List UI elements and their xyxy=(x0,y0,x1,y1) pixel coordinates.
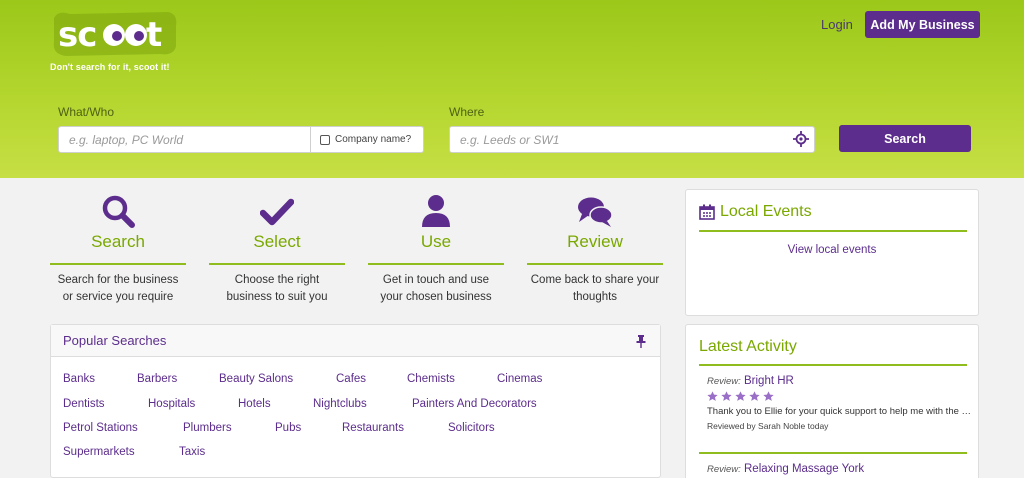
popular-link-petrol-stations[interactable]: Petrol Stations xyxy=(63,422,138,434)
add-my-business-button[interactable]: Add My Business xyxy=(865,11,980,38)
login-link[interactable]: Login xyxy=(821,17,853,32)
step-desc-line1: Search for the business xyxy=(57,274,179,286)
popular-searches-panel: Popular Searches Banks Barbers Beauty Sa… xyxy=(50,324,661,478)
view-local-events-link[interactable]: View local events xyxy=(686,244,978,256)
popular-link-painters-and-decorators[interactable]: Painters And Decorators xyxy=(412,398,537,410)
what-who-label: What/Who xyxy=(58,105,115,119)
company-name-checkbox[interactable]: Company name? xyxy=(310,126,424,153)
step-desc-line2: your chosen business xyxy=(380,291,492,303)
step-desc-line1: Choose the right xyxy=(234,274,320,286)
what-who-input[interactable] xyxy=(58,126,310,153)
step-title: Use xyxy=(368,232,504,265)
step-select: Select Choose the right business to suit… xyxy=(209,190,345,306)
step-use: Use Get in touch and use your chosen bus… xyxy=(368,190,504,306)
latest-activity-panel: Latest Activity Review: Bright HR Thank … xyxy=(685,324,979,478)
star-icon xyxy=(735,391,746,401)
step-desc-line2: thoughts xyxy=(572,291,618,303)
popular-link-supermarkets[interactable]: Supermarkets xyxy=(63,446,135,458)
popular-searches-title: Popular Searches xyxy=(63,333,167,348)
search-button[interactable]: Search xyxy=(839,125,971,152)
divider xyxy=(699,364,967,366)
popular-link-barbers[interactable]: Barbers xyxy=(137,373,177,385)
popular-link-taxis[interactable]: Taxis xyxy=(179,446,205,458)
checkbox-box[interactable] xyxy=(320,134,330,145)
popular-link-beauty-salons[interactable]: Beauty Salons xyxy=(219,373,293,385)
divider xyxy=(699,452,967,454)
local-events-title: Local Events xyxy=(720,203,812,220)
star-icon xyxy=(763,391,774,401)
calendar-icon xyxy=(699,204,715,220)
popular-link-restaurants[interactable]: Restaurants xyxy=(342,422,404,434)
popular-link-plumbers[interactable]: Plumbers xyxy=(183,422,232,434)
step-search: Search Search for the business or servic… xyxy=(50,190,186,306)
activity-business-link[interactable]: Bright HR xyxy=(744,375,794,387)
step-title: Review xyxy=(527,232,663,265)
search-icon xyxy=(102,195,135,228)
check-icon xyxy=(260,198,294,226)
review-text: Thank you to Ellie for your quick suppor… xyxy=(707,406,972,417)
company-name-label: Company name? xyxy=(335,134,412,145)
star-icon xyxy=(749,391,760,401)
crosshair-locate-icon[interactable] xyxy=(793,131,809,147)
popular-link-cinemas[interactable]: Cinemas xyxy=(497,373,542,385)
popular-link-dentists[interactable]: Dentists xyxy=(63,398,105,410)
where-input[interactable] xyxy=(449,126,815,153)
user-icon xyxy=(422,195,450,227)
popular-link-hospitals[interactable]: Hospitals xyxy=(148,398,195,410)
where-label: Where xyxy=(449,105,485,119)
pin-icon[interactable] xyxy=(636,335,646,348)
step-title: Search xyxy=(50,232,186,265)
step-title: Select xyxy=(209,232,345,265)
step-desc-line1: Come back to share your xyxy=(530,274,660,286)
step-review: Review Come back to share your thoughts xyxy=(527,190,663,306)
popular-link-banks[interactable]: Banks xyxy=(63,373,95,385)
popular-link-nightclubs[interactable]: Nightclubs xyxy=(313,398,367,410)
chat-bubbles-icon xyxy=(578,197,613,227)
popular-searches-header: Popular Searches xyxy=(51,325,660,357)
divider xyxy=(699,230,967,232)
svg-text:t: t xyxy=(146,15,162,55)
step-desc-line2: or service you require xyxy=(62,291,174,303)
header-banner: sc t Don't search for it, scoot it! Logi… xyxy=(0,0,1024,178)
popular-link-hotels[interactable]: Hotels xyxy=(238,398,271,410)
review-prefix: Review: xyxy=(707,464,741,475)
svg-text:sc: sc xyxy=(58,15,96,55)
review-prefix: Review: xyxy=(707,376,741,387)
latest-activity-title: Latest Activity xyxy=(699,338,797,355)
step-desc-line2: business to suit you xyxy=(226,291,328,303)
reviewer-line: Reviewed by Sarah Noble today xyxy=(707,421,829,431)
popular-link-pubs[interactable]: Pubs xyxy=(275,422,301,434)
activity-item: Review: Bright HR Thank you to Ellie for… xyxy=(707,375,972,431)
star-rating xyxy=(707,391,972,402)
popular-link-cafes[interactable]: Cafes xyxy=(336,373,366,385)
step-desc-line1: Get in touch and use xyxy=(382,274,490,286)
tagline: Don't search for it, scoot it! xyxy=(50,62,170,72)
popular-link-solicitors[interactable]: Solicitors xyxy=(448,422,495,434)
scoot-logo[interactable]: sc t xyxy=(50,8,180,58)
activity-business-link[interactable]: Relaxing Massage York xyxy=(744,463,864,475)
activity-item: Review: Relaxing Massage York xyxy=(707,463,972,475)
star-icon xyxy=(721,391,732,401)
star-icon xyxy=(707,391,718,401)
local-events-panel: Local Events View local events xyxy=(685,189,979,316)
popular-link-chemists[interactable]: Chemists xyxy=(407,373,455,385)
